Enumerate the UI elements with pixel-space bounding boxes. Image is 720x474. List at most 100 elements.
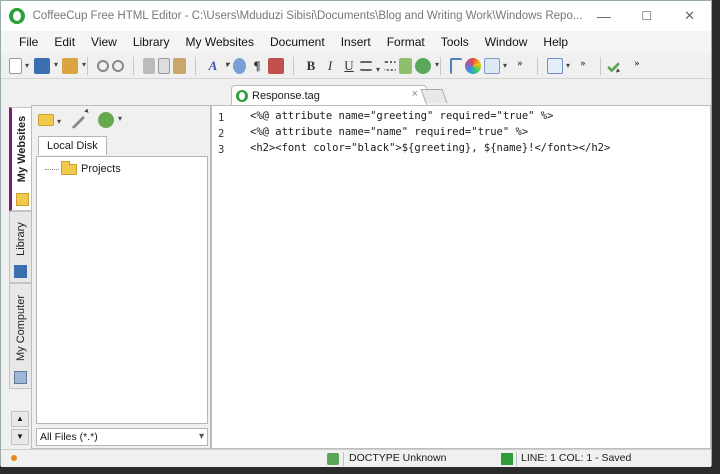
toolbar-divider — [293, 56, 294, 75]
line-number: 3 — [218, 144, 225, 156]
menu-my-websites[interactable]: My Websites — [178, 35, 262, 49]
tab-label: Response.tag — [252, 89, 320, 102]
copy-icon[interactable] — [158, 57, 170, 74]
italic-button[interactable]: I — [322, 58, 338, 74]
side-tabs-scroll-down-button[interactable]: ▼ — [11, 429, 29, 445]
tab-my-computer[interactable]: My Computer — [9, 283, 31, 389]
file-tree: Projects — [36, 156, 208, 424]
code-editor[interactable]: 1 2 3 <%@ attribute name="greeting" requ… — [211, 105, 711, 449]
open-folder-icon[interactable] — [38, 114, 61, 126]
upload-icon[interactable] — [62, 57, 86, 74]
underline-button[interactable]: U — [341, 58, 357, 74]
status-divider — [516, 452, 517, 466]
redo-icon[interactable] — [112, 59, 124, 72]
more-tools-1-button[interactable]: » — [512, 58, 528, 74]
library-icon — [14, 265, 27, 278]
doctype-status: DOCTYPE Unknown — [349, 452, 447, 464]
validate-icon[interactable] — [606, 58, 621, 73]
code-line[interactable]: <%@ attribute name="greeting" required="… — [250, 110, 553, 122]
menu-insert[interactable]: Insert — [333, 35, 379, 49]
tree-item-projects[interactable]: Projects — [45, 160, 121, 175]
edit-tool-icon[interactable] — [66, 110, 86, 130]
menu-document[interactable]: Document — [262, 35, 333, 49]
font-icon[interactable]: A — [205, 58, 229, 74]
window-title: CoffeeCup Free HTML Editor - C:\Users\Md… — [32, 10, 583, 22]
align-icon[interactable] — [360, 60, 380, 74]
file-filter-value: All Files (*.*) — [40, 431, 98, 443]
file-panel: Local Disk Projects All Files (*.*) ▾ — [31, 105, 211, 449]
menu-library[interactable]: Library — [125, 35, 178, 49]
maximize-button[interactable]: ☐ — [625, 1, 668, 31]
coffeecup-logo-icon — [9, 8, 25, 24]
tab-local-disk[interactable]: Local Disk — [38, 136, 107, 155]
computer-icon — [14, 371, 27, 384]
browser-preview-icon[interactable] — [547, 57, 570, 74]
menu-format[interactable]: Format — [379, 35, 433, 49]
toolbar-divider — [537, 56, 538, 75]
status-indicator-icon — [11, 455, 17, 461]
paste-icon[interactable] — [173, 57, 186, 74]
new-file-icon[interactable] — [9, 57, 29, 74]
close-button[interactable]: ✕ — [668, 1, 711, 31]
undo-icon[interactable] — [97, 59, 109, 72]
toolbar-divider — [87, 56, 88, 75]
cursor-position-status: LINE: 1 COL: 1 - Saved — [521, 452, 632, 464]
toolbar-divider — [133, 56, 134, 75]
tab-library-label: Library — [14, 222, 27, 256]
tab-library[interactable]: Library — [9, 211, 31, 283]
app-window: CoffeeCup Free HTML Editor - C:\Users\Md… — [0, 0, 712, 467]
tree-item-label: Projects — [81, 163, 121, 175]
tag-icon[interactable] — [450, 57, 462, 74]
save-icon[interactable] — [34, 57, 58, 74]
bold-button[interactable]: B — [303, 58, 319, 74]
menu-file[interactable]: File — [11, 35, 46, 49]
doctype-icon — [327, 453, 339, 465]
more-tools-2-button[interactable]: » — [575, 58, 591, 74]
chevron-down-icon: ▾ — [198, 431, 204, 442]
menu-help[interactable]: Help — [535, 35, 576, 49]
minimize-button[interactable]: — — [583, 1, 626, 31]
status-divider — [343, 452, 344, 466]
menu-bar: File Edit View Library My Websites Docum… — [1, 31, 711, 53]
settings-icon[interactable] — [98, 112, 122, 128]
code-line[interactable]: <%@ attribute name="name" required="true… — [250, 126, 528, 138]
code-line[interactable]: <h2><font color="black">${greeting}, ${n… — [250, 142, 610, 154]
toolbar-divider — [440, 56, 441, 75]
tab-my-computer-label: My Computer — [14, 294, 27, 362]
folder-icon — [16, 193, 29, 206]
side-tabs-scroll-up-button[interactable]: ▲ — [11, 411, 29, 427]
more-tools-3-button[interactable]: » — [629, 58, 645, 74]
line-number: 1 — [218, 112, 225, 124]
image-icon[interactable] — [268, 57, 284, 74]
link-icon[interactable] — [233, 57, 246, 74]
line-number-gutter: 1 2 3 — [212, 106, 246, 448]
close-tab-icon[interactable]: × — [412, 88, 418, 100]
side-tab-strip: My Websites Library My Computer — [9, 107, 31, 455]
folder-icon — [61, 160, 77, 175]
table-icon[interactable] — [399, 57, 412, 74]
toolbar-divider — [195, 56, 196, 75]
preview-icon[interactable] — [484, 57, 507, 74]
file-type-icon — [236, 89, 248, 102]
tab-my-websites-label: My Websites — [15, 115, 28, 183]
list-icon[interactable] — [384, 60, 396, 71]
menu-view[interactable]: View — [83, 35, 125, 49]
menu-edit[interactable]: Edit — [46, 35, 83, 49]
saved-disk-icon — [501, 453, 513, 465]
file-filter-select[interactable]: All Files (*.*) ▾ — [36, 428, 208, 446]
editor-tab-strip: Response.tag × — [211, 83, 711, 105]
color-picker-icon[interactable] — [465, 57, 481, 74]
tab-my-websites[interactable]: My Websites — [9, 107, 31, 211]
new-tab-button[interactable] — [420, 89, 448, 103]
file-panel-toolbar — [32, 106, 210, 134]
status-bar: DOCTYPE Unknown LINE: 1 COL: 1 - Saved — [1, 449, 711, 467]
menu-window[interactable]: Window — [477, 35, 536, 49]
tree-connector — [45, 168, 59, 170]
paragraph-icon[interactable]: ¶ — [249, 58, 265, 74]
cut-icon[interactable] — [143, 57, 155, 74]
plugin-icon[interactable] — [415, 57, 439, 74]
main-toolbar: A ¶ B I U » » » — [1, 53, 711, 79]
toolbar-divider — [600, 56, 601, 75]
menu-tools[interactable]: Tools — [433, 35, 477, 49]
tab-response-tag[interactable]: Response.tag × — [231, 85, 427, 105]
